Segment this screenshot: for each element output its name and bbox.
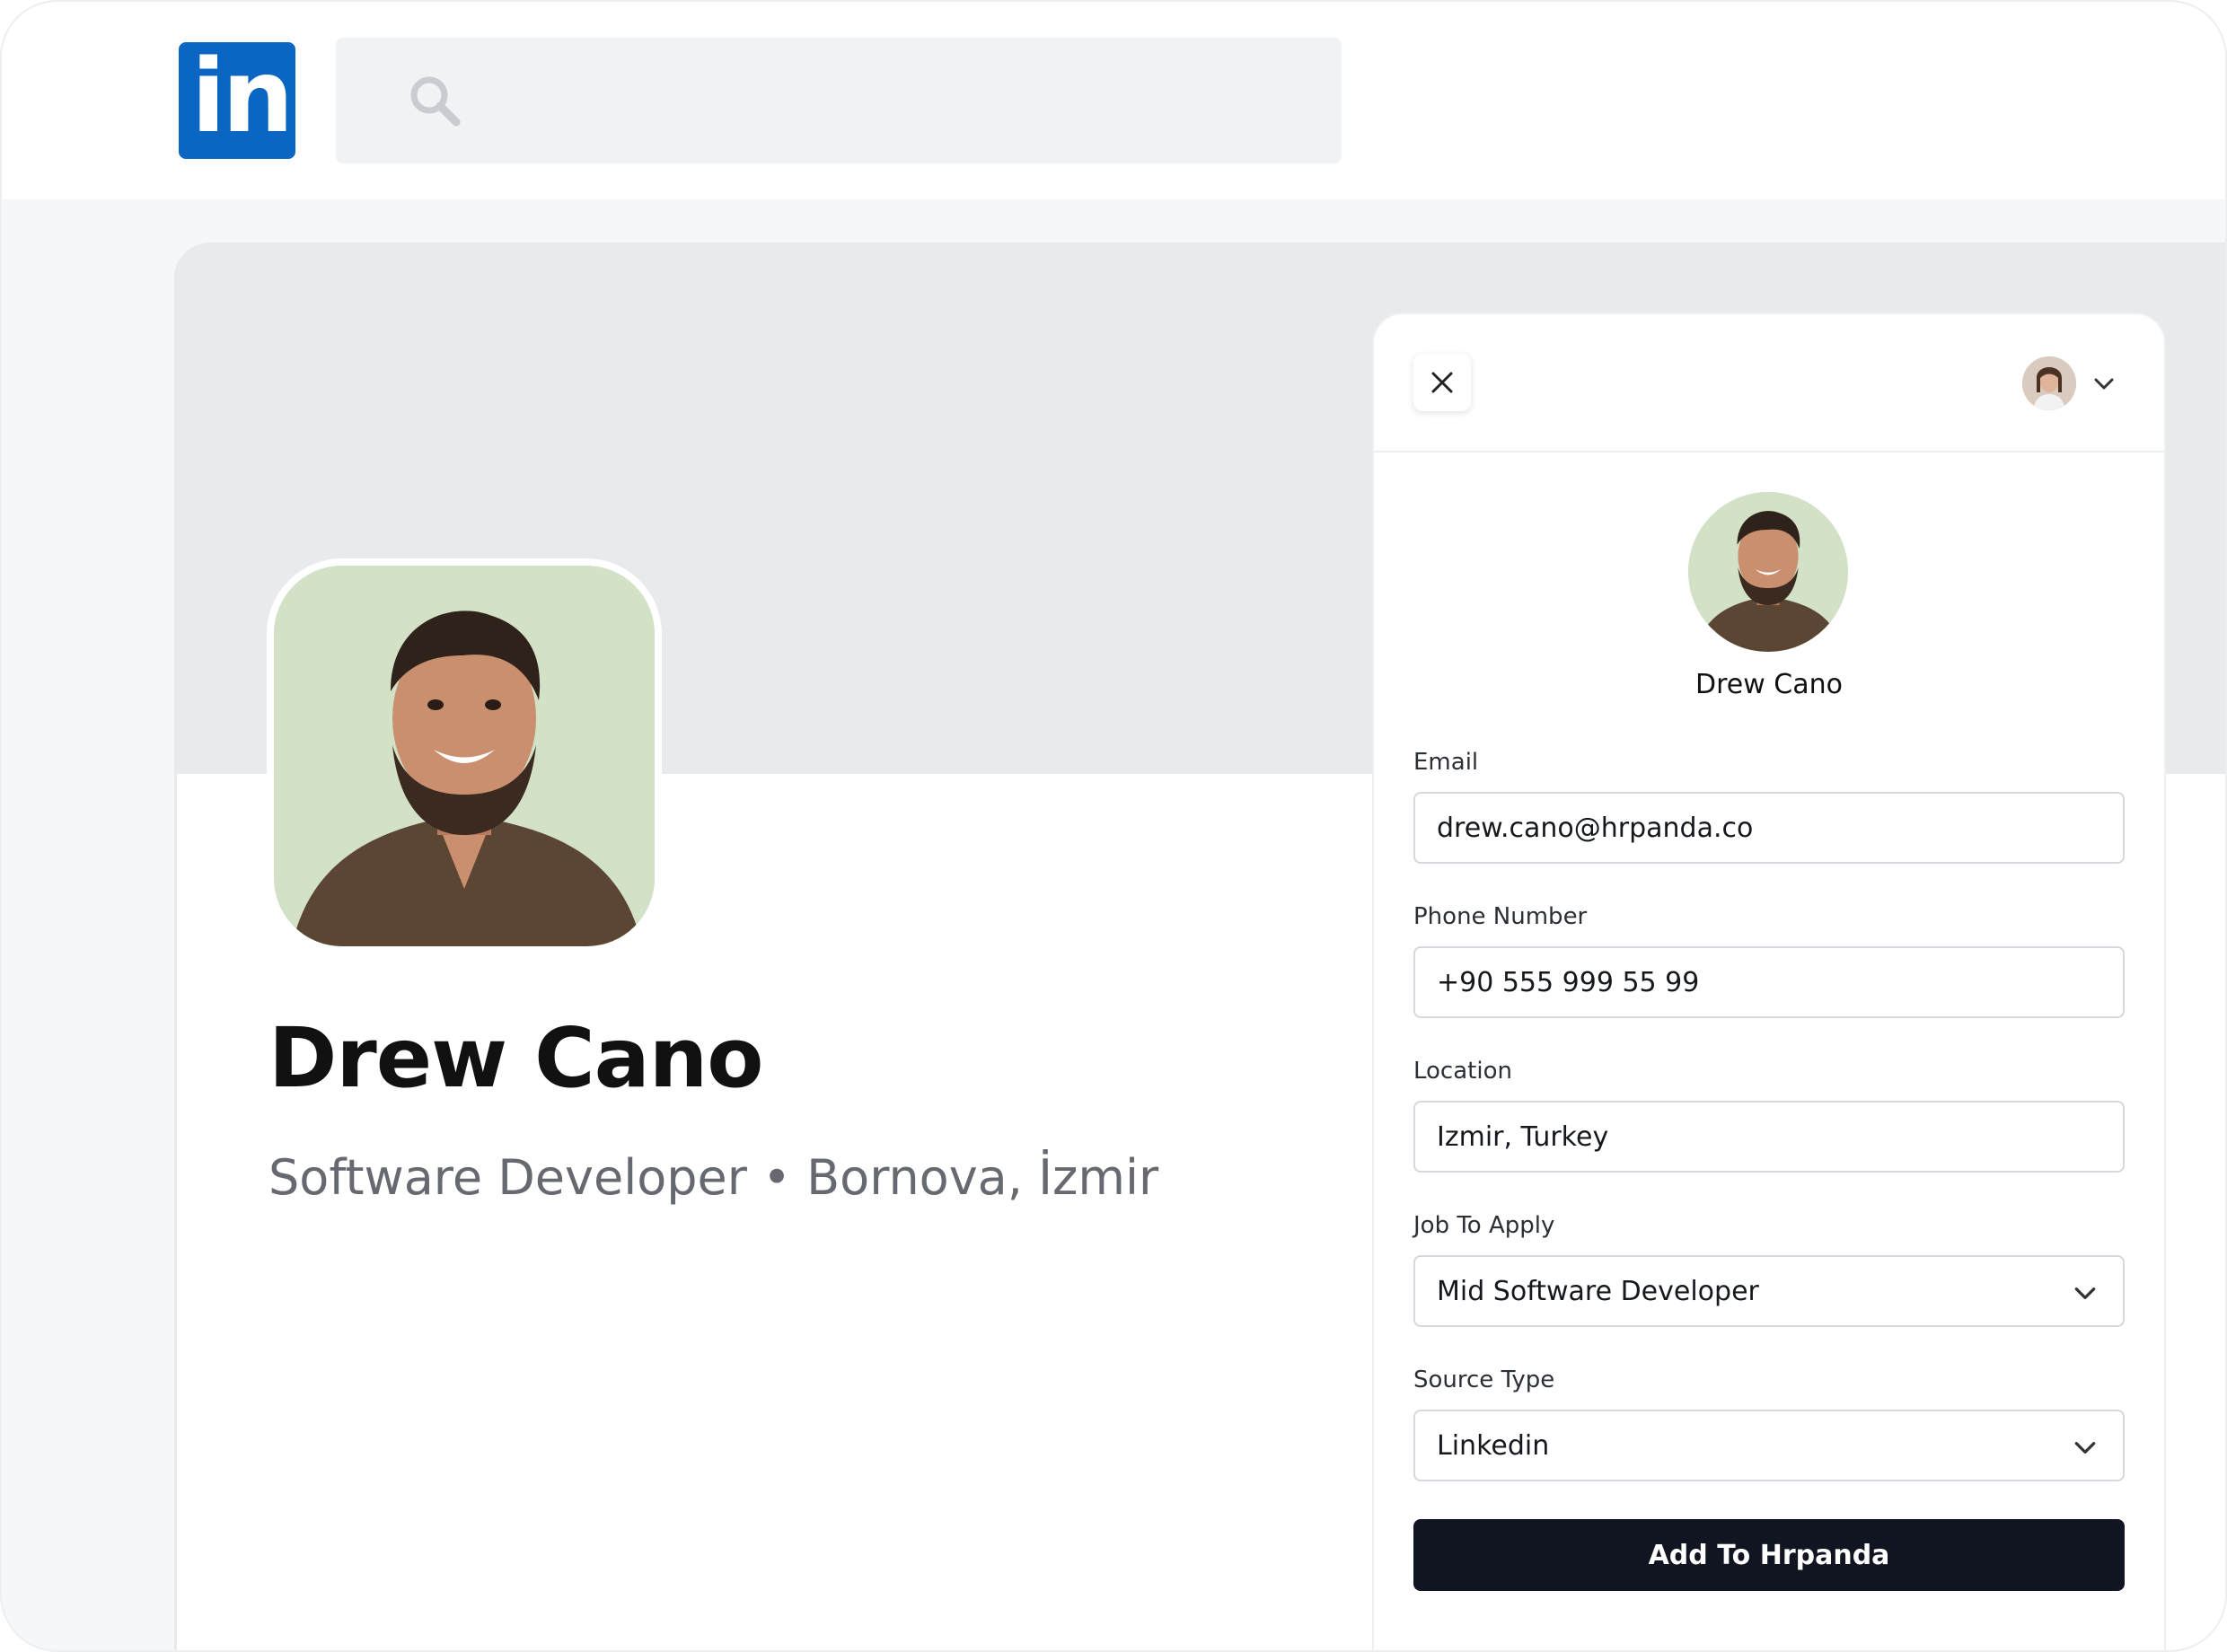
source-value: Linkedin (1437, 1429, 1550, 1462)
profile-photo (267, 558, 662, 953)
search-input[interactable] (336, 38, 1342, 163)
phone-label: Phone Number (1413, 903, 1588, 930)
search-icon (410, 76, 461, 127)
profile-headline: Software Developer • Bornova, İzmir (268, 1149, 1159, 1206)
close-icon (1431, 372, 1453, 393)
location-field[interactable]: Izmir, Turkey (1413, 1101, 2125, 1173)
email-field[interactable]: drew.cano@hrpanda.co (1413, 792, 2125, 864)
chevron-down-icon (2074, 1442, 2096, 1454)
job-select[interactable]: Mid Software Developer (1413, 1255, 2125, 1327)
account-avatar (2022, 356, 2076, 410)
panel-header (1374, 314, 2164, 453)
logo-text: in (191, 39, 294, 155)
linkedin-logo[interactable]: in (179, 39, 295, 159)
account-menu[interactable] (2022, 356, 2128, 411)
candidate-avatar (1688, 492, 1848, 652)
location-label: Location (1413, 1058, 1512, 1085)
candidate-name: Drew Cano (1694, 669, 1843, 700)
email-label: Email (1413, 749, 1479, 776)
source-label: Source Type (1413, 1366, 1555, 1393)
chevron-down-icon (2074, 1287, 2096, 1299)
chevron-down-icon (2094, 378, 2114, 390)
phone-value: +90 555 999 55 99 (1437, 966, 1700, 998)
source-select[interactable]: Linkedin (1413, 1410, 2125, 1481)
hrpanda-panel: Drew Cano Email drew.cano@hrpanda.co Pho… (1374, 314, 2164, 1650)
add-to-hrpanda-button[interactable]: Add To Hrpanda (1413, 1519, 2125, 1591)
email-value: drew.cano@hrpanda.co (1437, 812, 1754, 844)
phone-field[interactable]: +90 555 999 55 99 (1413, 946, 2125, 1018)
top-bar: in (2, 2, 2225, 199)
close-button[interactable] (1413, 354, 1471, 411)
job-label: Job To Apply (1413, 1212, 1555, 1239)
job-value: Mid Software Developer (1437, 1275, 1759, 1307)
app-frame: in Drew Cano Software Developer • Bornov… (0, 0, 2227, 1652)
profile-name: Drew Cano (268, 1010, 763, 1106)
location-value: Izmir, Turkey (1437, 1120, 1609, 1153)
